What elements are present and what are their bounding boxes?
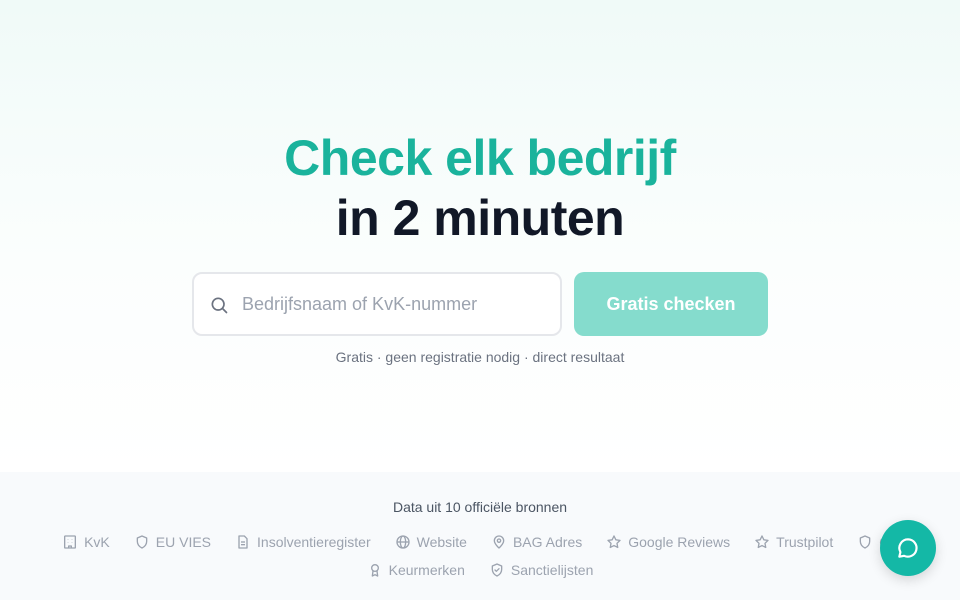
hero-section: Check elk bedrijf in 2 minuten Gratis ch… <box>0 0 960 472</box>
source-label: Insolventieregister <box>257 534 371 550</box>
globe-icon <box>395 535 410 549</box>
award-icon <box>370 564 379 577</box>
search-subline: Gratis · geen registratie nodig · direct… <box>335 349 625 365</box>
map-pin-icon <box>493 535 505 549</box>
sources-row-1: KvK EU VIES Insolventieregister Website … <box>0 534 960 550</box>
source-keurmerken: Keurmerken <box>367 562 465 578</box>
source-label: EU VIES <box>155 534 212 550</box>
source-bag-adres: BAG Adres <box>491 534 582 550</box>
building-icon <box>64 535 77 549</box>
headline-line-main: in 2 minuten <box>335 190 625 246</box>
star-icon <box>607 535 621 549</box>
document-icon <box>238 535 248 549</box>
source-label: Trustpilot <box>776 534 834 550</box>
source-label: KvK <box>84 534 110 550</box>
sources-row-2: Keurmerken Sanctielijsten <box>0 562 960 578</box>
chat-button[interactable] <box>880 520 936 576</box>
source-label: Keurmerken <box>388 562 465 578</box>
search-box[interactable] <box>192 272 562 336</box>
shield-check-icon <box>491 563 503 577</box>
sources-title: Data uit 10 officiële bronnen <box>392 499 568 515</box>
source-trustpilot: Trustpilot <box>754 534 833 550</box>
gratis-checken-button[interactable]: Gratis checken <box>574 272 768 336</box>
source-insolventieregister: Insolventieregister <box>235 534 371 550</box>
source-label: BAG Adres <box>512 534 583 550</box>
search-icon <box>211 297 228 314</box>
headline-line-accent: Check elk bedrijf <box>284 130 676 186</box>
source-sanctielijsten: Sanctielijsten <box>489 562 594 578</box>
source-website: Website <box>395 534 467 550</box>
search-input[interactable] <box>242 286 542 322</box>
sources-section: Data uit 10 officiële bronnen KvK EU VIE… <box>0 472 960 600</box>
shield-icon <box>859 535 871 549</box>
page-headline: Check elk bedrijf in 2 minuten <box>0 128 960 248</box>
source-eu-vies: EU VIES <box>134 534 211 550</box>
source-google-reviews: Google Reviews <box>606 534 730 550</box>
shield-icon <box>136 535 148 549</box>
source-label: Google Reviews <box>628 534 731 550</box>
source-kvk: KvK <box>62 534 110 550</box>
source-label: Sanctielijsten <box>510 562 594 578</box>
star-icon <box>755 535 769 549</box>
source-label: Website <box>416 534 467 550</box>
chat-bubble-icon <box>898 538 918 558</box>
